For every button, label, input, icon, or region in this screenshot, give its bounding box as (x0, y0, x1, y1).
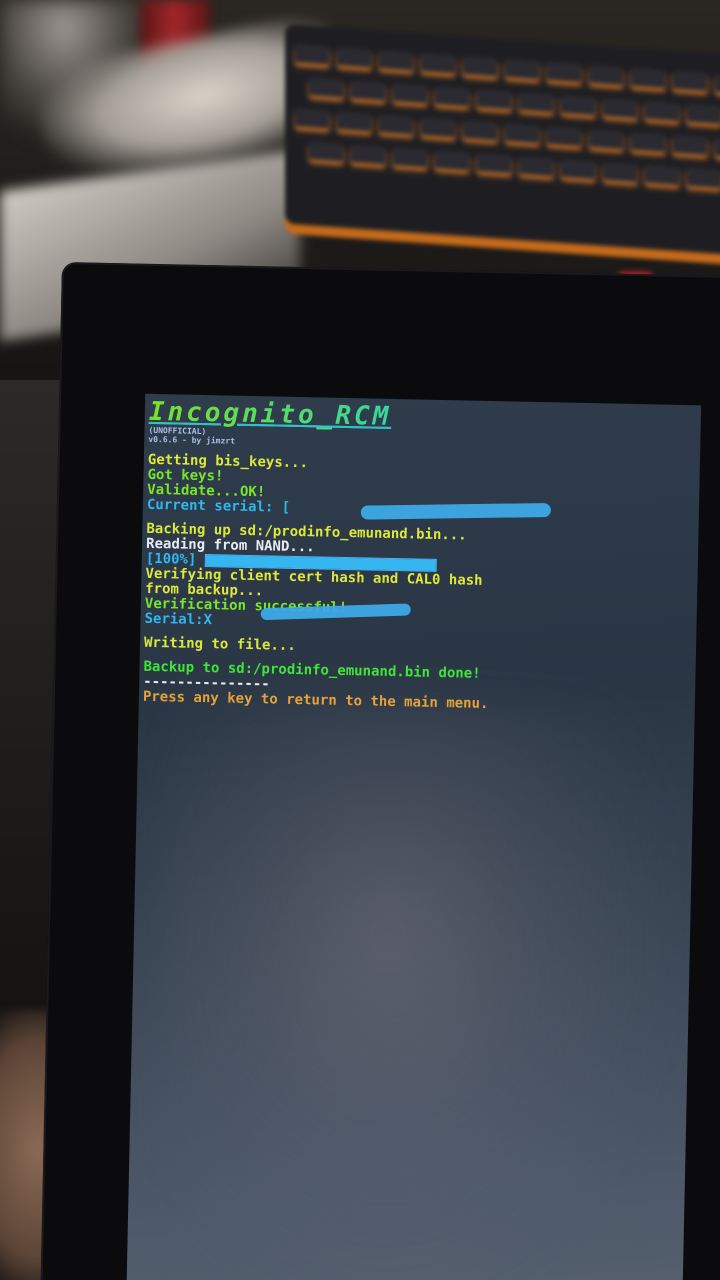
redaction-serial-1 (360, 502, 551, 520)
background-keyboard (285, 23, 720, 257)
handheld-console: Incognito_RCM (UNOFFICIAL) v0.6.6 - by j… (39, 262, 720, 1280)
screen-reflection (146, 694, 679, 1280)
terminal-output: Incognito_RCM (UNOFFICIAL) v0.6.6 - by j… (143, 397, 697, 716)
console-screen: Incognito_RCM (UNOFFICIAL) v0.6.6 - by j… (126, 393, 702, 1280)
photo-scene: Incognito_RCM (UNOFFICIAL) v0.6.6 - by j… (0, 0, 720, 1280)
